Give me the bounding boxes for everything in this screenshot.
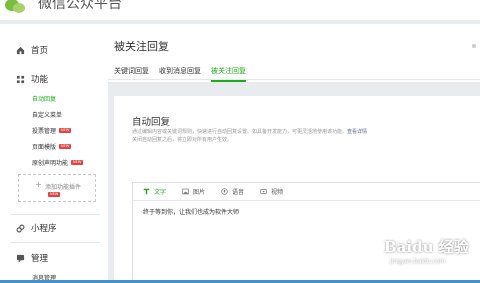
divider: [10, 242, 100, 243]
reply-text-area[interactable]: 终于等到你，让我们也成为软件大师: [143, 207, 239, 216]
main-header: 被关注回复 关键词回复 收到消息回复 被关注回复: [108, 24, 480, 82]
image-tool-button[interactable]: 图片: [182, 187, 205, 196]
sidebar-subitem-auto-reply[interactable]: 自动回复: [32, 94, 56, 103]
scroll-indicator: [472, 44, 476, 48]
new-badge: NEW: [59, 128, 72, 133]
text-icon: [143, 188, 150, 195]
app-title[interactable]: 微信公众平台: [38, 0, 122, 13]
sidebar-item-label: 首页: [31, 46, 49, 56]
card-title: 自动回复: [132, 117, 171, 128]
voice-icon: [221, 188, 228, 195]
sidebar-item-manage[interactable]: 管理: [16, 252, 48, 264]
page-title: 被关注回复: [114, 40, 169, 53]
video-icon: [260, 189, 267, 194]
home-icon: [16, 46, 25, 54]
divider: [108, 79, 480, 80]
divider: [10, 214, 100, 215]
card-description: 通过编辑内容或关键词规则，快速进行自动回复设置。如具备开发能力，可更灵活地使用该…: [132, 129, 368, 143]
sidebar-item-features[interactable]: 功能: [16, 73, 48, 85]
plus-icon: +: [35, 180, 42, 189]
watermark: Baidu 经验 jingyan.baidu.com: [370, 228, 474, 278]
details-link[interactable]: 查看详情: [347, 129, 367, 135]
sidebar-item-home[interactable]: 首页: [16, 44, 48, 56]
grid-icon: [16, 75, 25, 83]
sidebar-subitem-custom-menu[interactable]: 自定义菜单: [32, 110, 62, 119]
new-badge: NEW: [71, 160, 84, 165]
editor-toolbar: 文字 图片 语音 视频: [133, 183, 480, 201]
add-plugin-button[interactable]: + 添加功能插件 NEW: [18, 174, 96, 202]
new-badge: NEW: [48, 192, 61, 197]
link-icon: [16, 224, 25, 232]
chat-icon: [16, 254, 25, 263]
sidebar-subitem-original-declaration[interactable]: 原创声明功能 NEW: [32, 158, 84, 167]
video-tool-button[interactable]: 视频: [260, 187, 283, 196]
image-icon: [182, 188, 189, 195]
watermark-logo: Baidu 经验: [384, 238, 469, 256]
top-bar: 微信公众平台: [0, 0, 480, 20]
sidebar-subitem-page-template[interactable]: 页面模版 NEW: [32, 142, 72, 151]
text-tool-button[interactable]: 文字: [143, 187, 166, 196]
wechat-logo-icon: [5, 0, 25, 13]
sidebar: 首页 功能 自动回复 自定义菜单 投票管理 NEW 页面模版 NEW 原创声明功…: [0, 24, 108, 283]
sidebar-item-label: 功能: [31, 75, 49, 85]
sidebar-item-label: 管理: [31, 254, 49, 264]
sidebar-item-label: 小程序: [31, 224, 57, 234]
sidebar-subitem-vote[interactable]: 投票管理 NEW: [32, 126, 72, 135]
voice-tool-button[interactable]: 语音: [221, 187, 244, 196]
sidebar-item-miniprogram[interactable]: 小程序: [16, 222, 57, 234]
new-badge: NEW: [59, 144, 72, 149]
watermark-url: jingyan.baidu.com: [390, 258, 446, 265]
